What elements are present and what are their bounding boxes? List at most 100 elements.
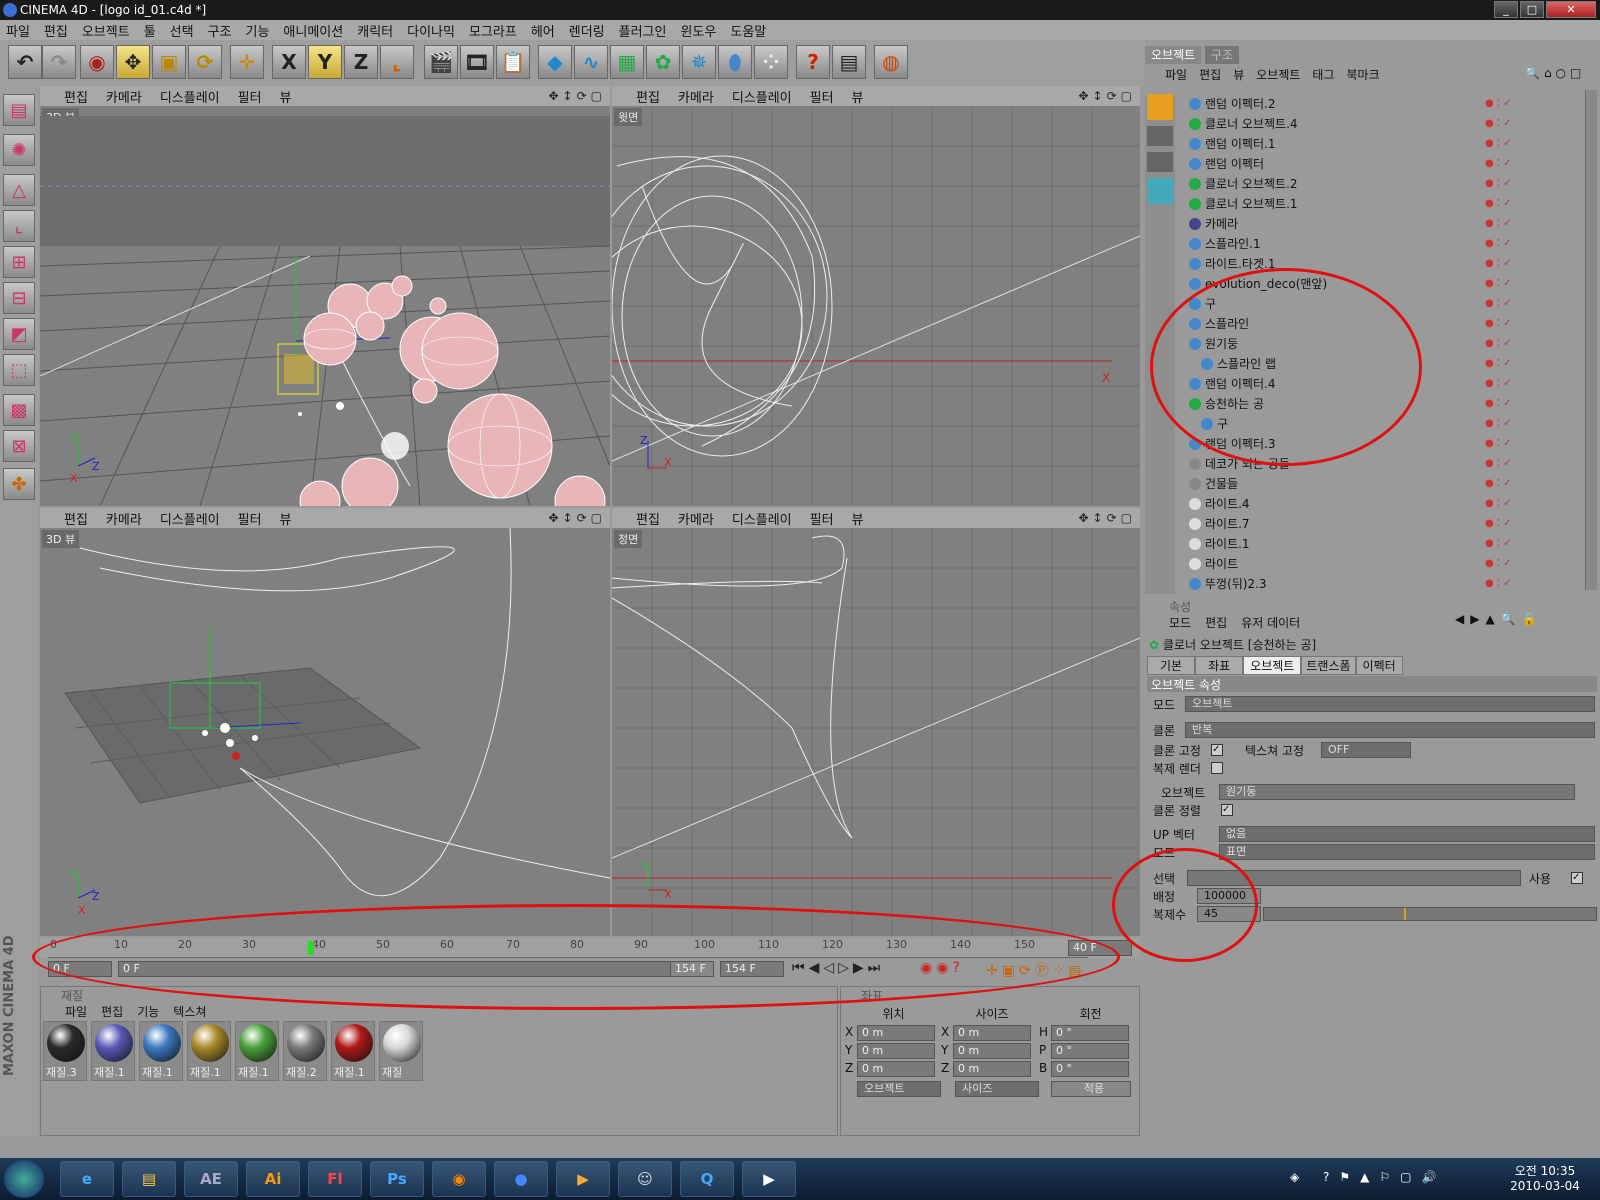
visibility-dots[interactable]: ● ⁚ ✓	[1485, 278, 1512, 289]
visibility-dots[interactable]: ● ⁚ ✓	[1485, 178, 1512, 189]
visibility-dots[interactable]: ● ⁚ ✓	[1485, 398, 1512, 409]
material-swatch[interactable]: 재질.1	[331, 1021, 375, 1081]
tab-basic[interactable]: 기본	[1147, 656, 1196, 675]
filter-icon[interactable]	[1147, 178, 1173, 204]
object-tree-item[interactable]: 카메라	[1189, 214, 1589, 234]
vp-menu-view[interactable]: 뷰	[280, 87, 292, 106]
environment-icon[interactable]: ⬮	[718, 45, 752, 79]
visibility-dots[interactable]: ● ⁚ ✓	[1485, 438, 1512, 449]
object-tree-item[interactable]: 원기둥	[1189, 334, 1589, 354]
vp-menu-display[interactable]: 디스플레이	[732, 509, 792, 528]
playback-controls[interactable]: ⏮◀◁▷▶⏭	[792, 960, 884, 976]
apply-button[interactable]: 적용	[1051, 1081, 1131, 1097]
visibility-dots[interactable]: ● ⁚ ✓	[1485, 558, 1512, 569]
instance-checkbox[interactable]	[1211, 762, 1223, 774]
seed-field[interactable]: 100000	[1197, 888, 1261, 904]
menu-tools[interactable]: 툴	[144, 21, 156, 40]
vp-menu-filter[interactable]: 필터	[810, 87, 834, 106]
menu-object[interactable]: 오브젝트	[82, 21, 130, 40]
object-tree-item[interactable]: 랜덤 이펙터.4	[1189, 374, 1589, 394]
checker-icon[interactable]: ▩	[3, 394, 35, 426]
selection-link-field[interactable]	[1187, 870, 1521, 886]
visibility-dots[interactable]: ● ⁚ ✓	[1485, 378, 1512, 389]
web-icon[interactable]: ◍	[874, 45, 908, 79]
vp-menu-edit[interactable]: 편집	[64, 87, 88, 106]
attr-nav-icons[interactable]: ◀▶▲🔍🔒	[1455, 612, 1543, 626]
vp-menu-filter[interactable]: 필터	[810, 509, 834, 528]
tab-object[interactable]: 오브젝트	[1243, 656, 1302, 675]
object-tree-item[interactable]: 랜덤 이펙터.3	[1189, 434, 1589, 454]
visibility-dots[interactable]: ● ⁚ ✓	[1485, 218, 1512, 229]
polygons-mode-icon[interactable]: ◩	[3, 318, 35, 350]
vp-menu-view[interactable]: 뷰	[852, 87, 864, 106]
menu-select[interactable]: 선택	[170, 21, 194, 40]
visibility-dots[interactable]: ● ⁚ ✓	[1485, 518, 1512, 529]
vp-menu-view[interactable]: 뷰	[280, 509, 292, 528]
axis-icon[interactable]: ✛	[230, 45, 264, 79]
mat-menu-file[interactable]: 파일	[65, 1003, 87, 1020]
menu-hair[interactable]: 헤어	[531, 21, 555, 40]
use-checkbox[interactable]: ✓	[1571, 872, 1583, 884]
texture-mode-icon[interactable]: ⬚	[3, 354, 35, 386]
object-tree-item[interactable]: 스플라인 랩	[1201, 354, 1600, 374]
visibility-dots[interactable]: ● ⁚ ✓	[1485, 458, 1512, 469]
object-tree-item[interactable]: 구	[1201, 414, 1600, 434]
coord-value-field[interactable]: 0 m	[857, 1043, 935, 1059]
coords-mode-dropdown[interactable]: 오브젝트	[857, 1081, 941, 1097]
viewport-icon[interactable]: ▤	[3, 94, 35, 126]
visibility-dots[interactable]: ● ⁚ ✓	[1485, 118, 1512, 129]
menu-edit[interactable]: 편집	[44, 21, 68, 40]
viewport-perspective-2[interactable]: 편집 카메라 디스플레이 필터 뷰 ✥↕⟳▢ 3D 뷰 YZX	[40, 508, 610, 936]
ie-icon[interactable]: e	[60, 1161, 114, 1197]
vp-menu-camera[interactable]: 카메라	[106, 87, 142, 106]
nurbs-icon[interactable]: ▦	[610, 45, 644, 79]
particle-icon[interactable]: ⁘	[754, 45, 788, 79]
count-slider-handle[interactable]	[1404, 908, 1406, 920]
x-axis-icon[interactable]: X	[272, 45, 306, 79]
align-clone-checkbox[interactable]: ✓	[1221, 804, 1233, 816]
obj-search-icon[interactable]: 🔍⌂○□	[1525, 66, 1585, 80]
vp-menu-view[interactable]: 뷰	[852, 509, 864, 528]
flash-icon[interactable]: Fl	[308, 1161, 362, 1197]
attr-menu-edit[interactable]: 편집	[1205, 614, 1227, 631]
visibility-dots[interactable]: ● ⁚ ✓	[1485, 578, 1512, 589]
count-field[interactable]: 45	[1197, 906, 1261, 922]
menu-character[interactable]: 캐릭터	[357, 21, 393, 40]
visibility-dots[interactable]: ● ⁚ ✓	[1485, 258, 1512, 269]
menu-functions[interactable]: 기능	[246, 21, 270, 40]
obj-menu-edit[interactable]: 편집	[1199, 66, 1221, 83]
photoshop-icon[interactable]: Ps	[370, 1161, 424, 1197]
mat-menu-edit[interactable]: 편집	[101, 1003, 123, 1020]
undo-icon[interactable]: ↶	[8, 45, 42, 79]
tab-transform[interactable]: 트랜스폼	[1301, 656, 1356, 675]
solo-hierarchy-icon[interactable]	[1147, 152, 1173, 172]
z-axis-icon[interactable]: Z	[344, 45, 378, 79]
visibility-dots[interactable]: ● ⁚ ✓	[1485, 98, 1512, 109]
menu-file[interactable]: 파일	[6, 21, 30, 40]
coord-value-field[interactable]: 0 m	[857, 1025, 935, 1041]
count-slider[interactable]	[1263, 907, 1597, 921]
object-tree-item[interactable]: 스플라인	[1189, 314, 1589, 334]
fix-clone-checkbox[interactable]: ✓	[1211, 744, 1223, 756]
coord-value-field[interactable]: 0 m	[953, 1043, 1031, 1059]
start-button-icon[interactable]	[4, 1160, 44, 1198]
vp-menu-edit[interactable]: 편집	[636, 509, 660, 528]
vp-menu-filter[interactable]: 필터	[238, 87, 262, 106]
world-coord-icon[interactable]: ⌞	[380, 45, 414, 79]
model-mode-icon[interactable]: ✺	[3, 134, 35, 166]
mode-dropdown[interactable]: 오브젝트	[1185, 696, 1595, 712]
object-tree-item[interactable]: 라이트.타겟.1	[1189, 254, 1589, 274]
solo-icon[interactable]	[1147, 126, 1173, 146]
tab-objects[interactable]: 오브젝트	[1145, 46, 1202, 64]
visibility-dots[interactable]: ● ⁚ ✓	[1485, 498, 1512, 509]
vp-menu-filter[interactable]: 필터	[238, 509, 262, 528]
object-tree-item[interactable]: 데코가 되는 공들	[1189, 454, 1589, 474]
obj-menu-file[interactable]: 파일	[1165, 66, 1187, 83]
render-picture-icon[interactable]: 🎞	[460, 45, 494, 79]
close-button[interactable]: ✕	[1546, 1, 1596, 18]
material-swatch[interactable]: 재질.2	[283, 1021, 327, 1081]
quicktime-icon[interactable]: Q	[680, 1161, 734, 1197]
viewport-nav-icons[interactable]: ✥↕⟳▢	[1078, 511, 1136, 525]
cube-icon[interactable]: ◆	[538, 45, 572, 79]
after-effects-icon[interactable]: AE	[184, 1161, 238, 1197]
